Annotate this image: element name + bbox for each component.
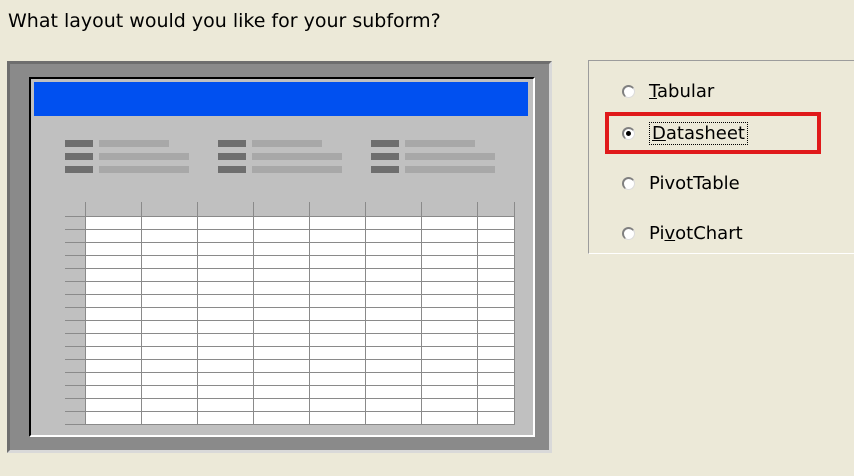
- highlight-annotation: [605, 112, 821, 154]
- option-label: PivotTable: [649, 172, 740, 194]
- option-pivotchart[interactable]: PivotChart: [622, 218, 743, 248]
- option-label: Tabular: [649, 80, 715, 102]
- layout-preview: [7, 61, 552, 453]
- layout-question: What layout would you like for your subf…: [8, 10, 441, 32]
- option-pivottable[interactable]: PivotTable: [622, 168, 740, 198]
- radio-pivottable[interactable]: [622, 176, 635, 190]
- radio-tabular[interactable]: [622, 84, 635, 98]
- preview-title-bar: [34, 82, 528, 116]
- option-tabular[interactable]: Tabular: [622, 76, 714, 106]
- option-label: PivotChart: [649, 222, 743, 244]
- preview-datasheet-grid: [65, 202, 515, 425]
- preview-form: [29, 77, 535, 437]
- radio-pivotchart[interactable]: [622, 226, 635, 240]
